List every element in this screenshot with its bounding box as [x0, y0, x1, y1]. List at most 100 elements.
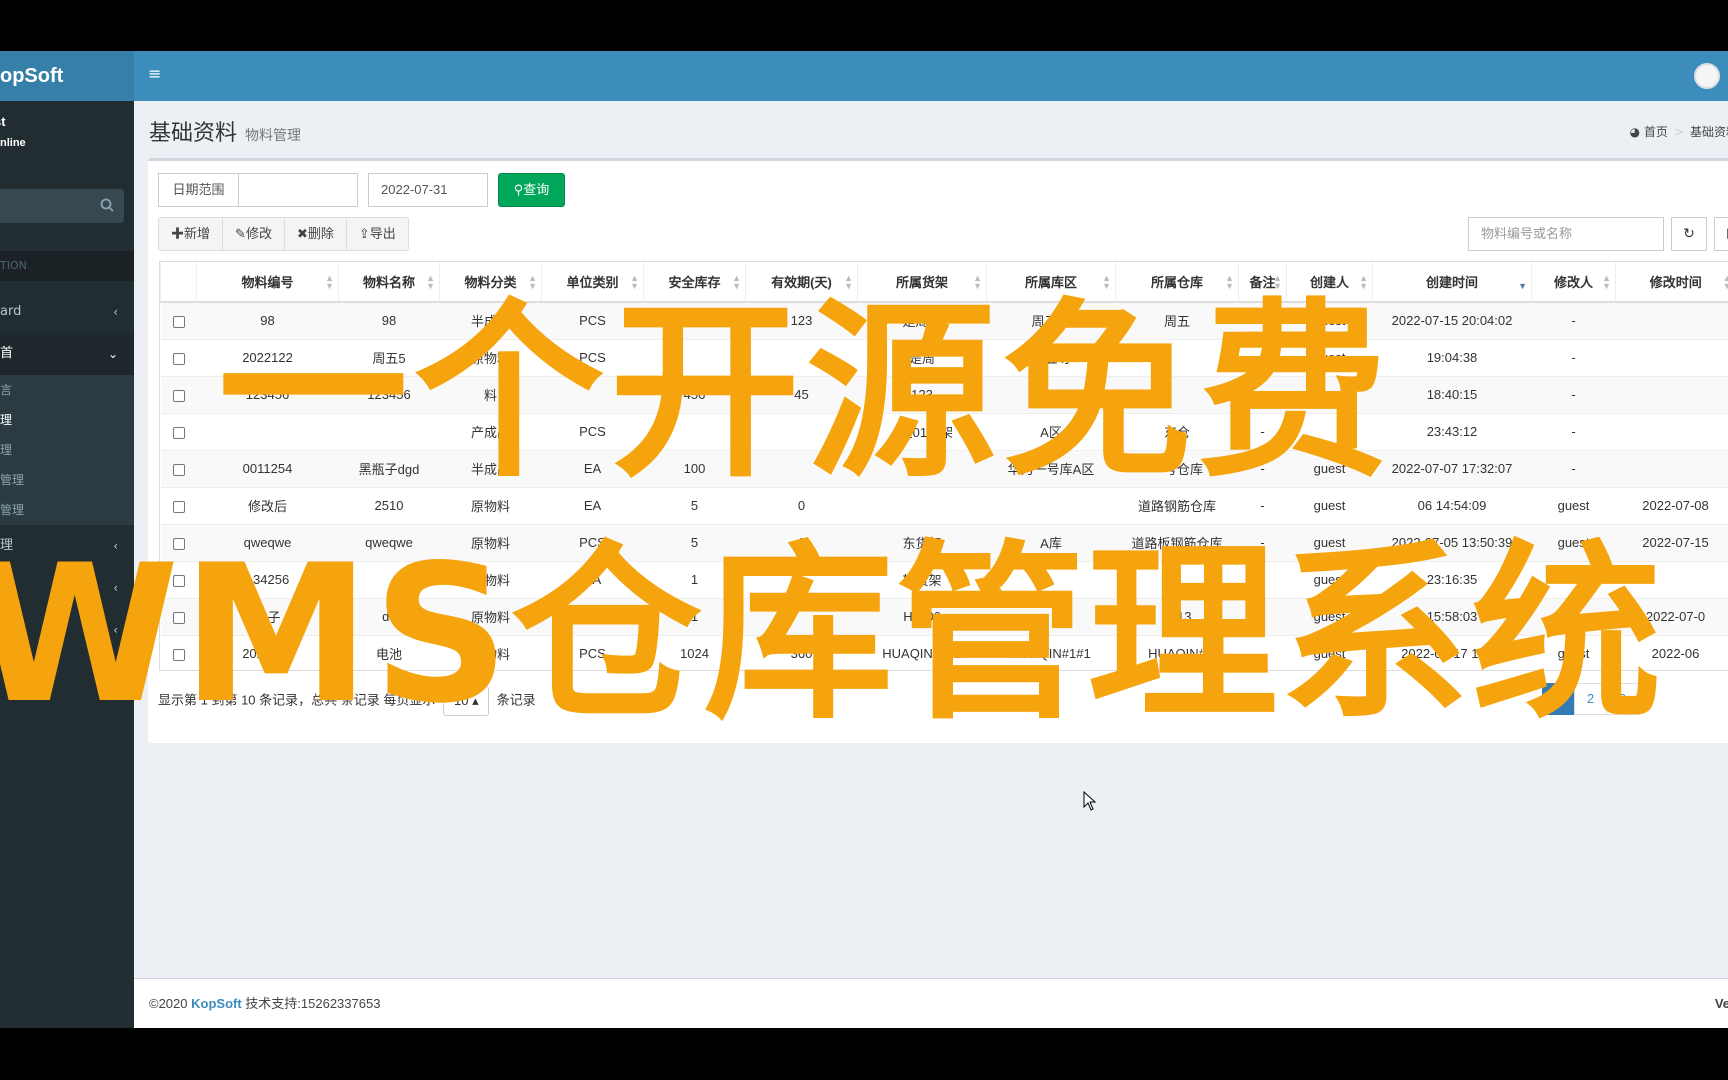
- export-icon: ⇪: [358, 226, 370, 241]
- table-cell: 2022-07-0: [1615, 598, 1728, 636]
- row-checkbox[interactable]: [172, 315, 185, 328]
- breadcrumb-home[interactable]: 首页: [1644, 125, 1668, 139]
- page-link-1[interactable]: 1: [1542, 683, 1575, 715]
- row-checkbox[interactable]: [172, 611, 185, 624]
- row-select-cell: [160, 450, 197, 488]
- table-cell: 5: [643, 524, 746, 562]
- app-logo[interactable]: opSoft: [0, 51, 134, 101]
- table-row[interactable]: 0011254 黑瓶子dgd 半成品 EA 100 华为一号库A区 一号仓库 - guest 20…: [160, 450, 1728, 488]
- table-cell: 东货架: [857, 524, 987, 562]
- column-header[interactable]: 物料编号 ▲ ▼: [196, 262, 339, 303]
- table-row[interactable]: 98 98 半成品 PCS 123 123 是周五 周五呀 周五 - guest 2022-07-15…: [160, 302, 1728, 340]
- sort-icon: ▲▼: [844, 273, 853, 291]
- row-checkbox[interactable]: [172, 352, 185, 365]
- table-cell: EA: [541, 450, 644, 488]
- edit-button[interactable]: ✎修改: [222, 217, 285, 251]
- table-cell: 修改后: [196, 487, 339, 525]
- column-header[interactable]: 所属库区 ▲ ▼: [986, 262, 1116, 303]
- refresh-button[interactable]: ↻: [1671, 217, 1707, 251]
- row-checkbox[interactable]: [172, 648, 185, 661]
- row-select-cell: [160, 561, 197, 599]
- row-checkbox[interactable]: [172, 537, 185, 550]
- submenu-item[interactable]: 管理: [0, 465, 134, 495]
- table-cell: 黑瓶子dgd: [338, 450, 440, 488]
- chevron-left-icon: ‹: [113, 539, 118, 553]
- submenu-item[interactable]: 管理: [0, 495, 134, 525]
- avatar[interactable]: [1694, 63, 1720, 89]
- sidebar-item-dashboard[interactable]: ard ‹: [0, 291, 134, 333]
- table-cell: PCS: [541, 302, 644, 340]
- date-from-input[interactable]: [239, 174, 357, 206]
- row-checkbox[interactable]: [172, 500, 185, 513]
- column-header[interactable]: 安全库存 ▲ ▼: [643, 262, 746, 303]
- row-checkbox[interactable]: [172, 463, 185, 476]
- column-header[interactable]: 所属货架 ▲ ▼: [857, 262, 987, 303]
- submenu-item-active[interactable]: 理: [0, 405, 134, 435]
- table-cell: 是周: [857, 339, 987, 377]
- sidebar-item[interactable]: - ‹: [0, 609, 134, 651]
- row-checkbox[interactable]: [172, 426, 185, 439]
- page-link-2[interactable]: 2: [1574, 683, 1607, 715]
- table-cell: PCS: [541, 339, 644, 377]
- page-link-3[interactable]: 3: [1606, 683, 1639, 715]
- footer-brand-link[interactable]: KopSoft: [191, 996, 242, 1011]
- sort-icon: ▲▼: [1359, 273, 1368, 291]
- column-header[interactable]: 创建时间 ▼: [1372, 262, 1532, 303]
- table-cell: -: [1238, 376, 1287, 414]
- submenu-item[interactable]: 言: [0, 375, 134, 405]
- add-button[interactable]: ✚新增: [158, 217, 224, 251]
- table-cell: HUAQIN#1#1: [857, 635, 987, 670]
- query-button[interactable]: ⚲查询: [498, 173, 565, 207]
- table-row[interactable]: qweqwe qweqwe 原物料 PCS 5 1 东货架 A库 道路板钢筋仓库 - guest 20…: [160, 524, 1728, 562]
- column-header[interactable]: 物料分类 ▲ ▼: [439, 262, 542, 303]
- table-cell: qweqwe: [196, 524, 339, 562]
- column-header[interactable]: 备注 ▲ ▼: [1238, 262, 1287, 303]
- column-header-label: 备注: [1249, 275, 1276, 290]
- table-cell: 23456: [986, 376, 1116, 414]
- column-header[interactable]: 单位类别 ▲ ▼: [541, 262, 644, 303]
- user-name: st: [0, 114, 6, 129]
- table-row[interactable]: 修改后 2510 原物料 EA 5 0 道路钢筋仓库 - guest 06 14:54:09 gue…: [160, 487, 1728, 525]
- version-label: Ve: [1714, 996, 1728, 1011]
- column-header[interactable]: 创建人 ▲ ▼: [1286, 262, 1373, 303]
- search-icon[interactable]: [100, 198, 114, 212]
- chevron-left-icon: ‹: [113, 581, 118, 595]
- table-row[interactable]: 123456 123456 料 456 45 123 23456-18:40:15-: [160, 376, 1728, 414]
- column-header[interactable]: 物料名称 ▲ ▼: [338, 262, 440, 303]
- sidebar-search[interactable]: [0, 189, 124, 223]
- column-header[interactable]: 修改时间 ▲▼: [1615, 262, 1728, 303]
- columns-button[interactable]: ▥: [1714, 217, 1728, 251]
- row-checkbox[interactable]: [172, 574, 185, 587]
- sidebar-item[interactable]: 理 ‹: [0, 567, 134, 609]
- table-row[interactable]: 产成品 PCS A区01货架 A区 东仓 -23:43:12-: [160, 413, 1728, 451]
- pagination-info: 显示第 1 到第 10 条记录，总共 条记录 每页显示 10 ▴ 条记录: [158, 686, 536, 716]
- column-header[interactable]: 有效期(天) ▲ ▼: [745, 262, 858, 303]
- delete-button-label: 删除: [307, 226, 334, 241]
- search-input[interactable]: 物料编号或名称: [1468, 217, 1664, 251]
- sidebar-item-basic-data[interactable]: 首 ⌄: [0, 333, 134, 375]
- table-cell: [1615, 339, 1728, 377]
- submenu-item[interactable]: 理: [0, 435, 134, 465]
- table-cell: 18:40:15: [1372, 376, 1532, 414]
- export-button[interactable]: ⇪导出: [345, 217, 409, 251]
- row-checkbox[interactable]: [172, 389, 185, 402]
- delete-button[interactable]: ✖删除: [283, 217, 347, 251]
- sidebar-item[interactable]: 理 ‹: [0, 525, 134, 567]
- table-cell: 0613: [1115, 598, 1239, 636]
- table-cell: A区01货架: [857, 413, 987, 451]
- table-row[interactable]: 2020179 电池 原物料 PCS 1024 360 HUAQIN#1#1 HUAQIN#1…: [160, 635, 1728, 670]
- table-row[interactable]: 2022122 周五5 原物料 PCS 是周 周五呀 - guest 19:04:38-: [160, 339, 1728, 377]
- column-header[interactable]: 所属仓库 ▲ ▼: [1115, 262, 1239, 303]
- footer: ©2020 KopSoft 技术支持:15262337653 Ve: [134, 978, 1728, 1028]
- menu-toggle-icon[interactable]: ≡: [148, 66, 162, 82]
- table-row[interactable]: 车子 ds 原物料 PCS 1 HJ_06 0613 guest 15:58:03 2022-07…: [160, 598, 1728, 636]
- table-cell: 123: [643, 302, 746, 340]
- table-cell: 产成品: [439, 413, 542, 451]
- page-size-select[interactable]: 10 ▴: [442, 686, 489, 716]
- table-cell: -: [1531, 302, 1616, 340]
- sidebar-item-label: 理: [0, 538, 14, 553]
- table-row[interactable]: 134256 原物料 EA 1 转货架 guest 23:16:35: [160, 561, 1728, 599]
- column-header[interactable]: 修改人 ▲ ▼: [1531, 262, 1616, 303]
- date-to-input[interactable]: 2022-07-31: [368, 173, 488, 207]
- table-cell: [986, 598, 1116, 636]
